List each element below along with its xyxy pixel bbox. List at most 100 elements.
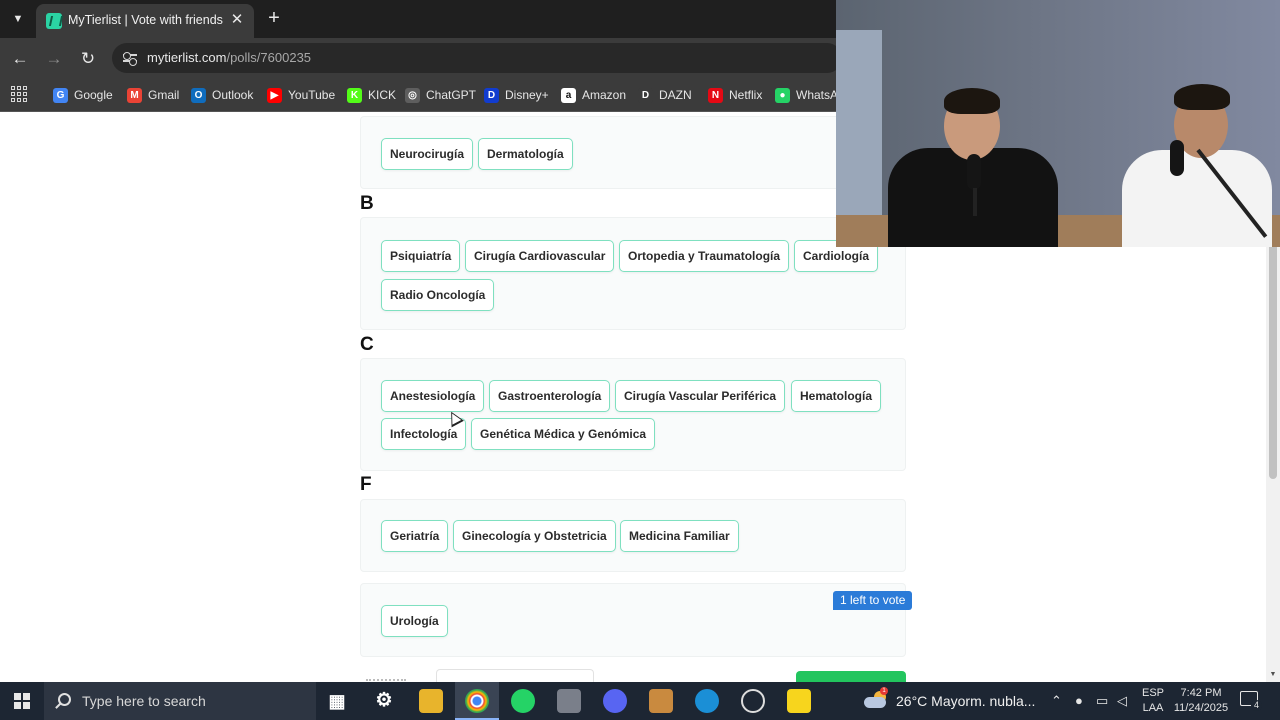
battery-icon[interactable]: ▭ bbox=[1096, 693, 1108, 709]
bookmark-amazon[interactable]: a Amazon bbox=[561, 86, 626, 104]
netflix-icon: N bbox=[708, 87, 723, 103]
tier-item[interactable]: Urología bbox=[381, 605, 448, 637]
sticky-notes-icon[interactable] bbox=[787, 689, 811, 713]
bookmark-chatgpt[interactable]: ◎ ChatGPT bbox=[405, 86, 476, 104]
settings-gear-icon[interactable]: ⚙ bbox=[372, 689, 396, 713]
bottom-input-partial[interactable] bbox=[436, 669, 594, 682]
tier-item[interactable]: Anestesiología bbox=[381, 380, 485, 412]
weather-icon[interactable]: 1 bbox=[864, 687, 888, 709]
bookmark-youtube[interactable]: ▶ YouTube bbox=[267, 86, 335, 104]
edge-icon[interactable] bbox=[695, 689, 719, 713]
language-indicator[interactable]: ESP LAA bbox=[1141, 686, 1165, 716]
google-icon: G bbox=[53, 87, 68, 103]
kick-icon: K bbox=[347, 87, 362, 103]
weather-text[interactable]: 26°C Mayorm. nubla... bbox=[896, 693, 1035, 709]
tray-expand-chevron-icon[interactable]: ⌃ bbox=[1051, 693, 1062, 709]
tier-item[interactable]: Dermatología bbox=[478, 138, 573, 170]
tier-item[interactable]: Radio Oncología bbox=[381, 279, 495, 311]
right-person-hair bbox=[1174, 84, 1230, 110]
bookmark-disney-[interactable]: D Disney+ bbox=[484, 86, 549, 104]
windows-taskbar: Type here to search ▦ ⚙ 1 26°C Mayorm. n… bbox=[0, 682, 1280, 720]
tier-item[interactable]: Cirugía Vascular Periférica bbox=[615, 380, 786, 412]
bookmark-dazn[interactable]: D DAZN bbox=[638, 86, 692, 104]
tier-item[interactable]: Gastroenterología bbox=[489, 380, 611, 412]
new-tab-icon[interactable]: + bbox=[264, 8, 284, 28]
tier-label-b: B bbox=[360, 193, 374, 214]
outlook-icon: O bbox=[191, 87, 206, 103]
scroll-down-icon[interactable]: ▼ bbox=[1269, 671, 1277, 678]
bookmark-gmail[interactable]: M Gmail bbox=[127, 86, 179, 104]
tier-item[interactable]: Neurocirugía bbox=[381, 138, 474, 170]
system-clock[interactable]: 7:42 PM 11/24/2025 bbox=[1170, 686, 1232, 716]
bookmark-outlook[interactable]: O Outlook bbox=[191, 86, 253, 104]
bookmark-label: Gmail bbox=[148, 88, 180, 102]
windows-start-icon[interactable] bbox=[14, 693, 30, 709]
bookmark-whatsap[interactable]: ● WhatsAp bbox=[775, 86, 845, 104]
bookmark-google[interactable]: G Google bbox=[53, 86, 113, 104]
keyboard-layout: LAA bbox=[1142, 702, 1164, 714]
tab-title: MyTierlist | Vote with friends bbox=[68, 13, 223, 27]
tier-item[interactable]: Psiquiatría bbox=[381, 240, 461, 272]
tier-item[interactable]: Genética Médica y Genómica bbox=[471, 418, 656, 450]
close-tab-icon[interactable]: ✕ bbox=[228, 11, 246, 29]
clock-date: 11/24/2025 bbox=[1173, 702, 1229, 714]
app-avatar-icon[interactable] bbox=[649, 689, 673, 713]
whatsapp-icon[interactable] bbox=[511, 689, 535, 713]
tier-item[interactable]: Geriatría bbox=[381, 520, 449, 552]
bookmark-label: DAZN bbox=[659, 88, 692, 102]
left-person-hair bbox=[944, 88, 1000, 114]
tab-search-chevron-icon[interactable]: ▼ bbox=[8, 9, 28, 29]
whatsapp-icon: ● bbox=[775, 87, 790, 103]
youtube-icon: ▶ bbox=[267, 87, 282, 103]
language-code: ESP bbox=[1141, 687, 1164, 699]
tier-a-box: Neurocirugía Dermatología bbox=[360, 116, 906, 189]
right-microphone-icon bbox=[1170, 140, 1184, 176]
search-placeholder: Type here to search bbox=[82, 693, 206, 709]
tier-item[interactable]: Hematología bbox=[791, 380, 882, 412]
chatgpt-icon: ◎ bbox=[405, 87, 420, 103]
bookmark-kick[interactable]: K KICK bbox=[347, 86, 396, 104]
obs-icon[interactable] bbox=[741, 689, 765, 713]
reload-icon[interactable]: ↻ bbox=[77, 48, 99, 70]
bookmark-label: Netflix bbox=[729, 88, 763, 102]
discord-icon[interactable] bbox=[603, 689, 627, 713]
task-view-icon[interactable]: ▦ bbox=[325, 689, 349, 713]
gmail-icon: M bbox=[127, 87, 142, 103]
webcam-overlay bbox=[836, 0, 1280, 247]
tier-item[interactable]: Ortopedia y Traumatología bbox=[619, 240, 790, 272]
left-microphone-icon bbox=[967, 154, 981, 190]
url-text: mytierlist.com/polls/7600235 bbox=[147, 50, 312, 65]
notification-count: 4 bbox=[1251, 700, 1262, 711]
apps-grid-icon[interactable] bbox=[11, 86, 27, 102]
search-icon bbox=[58, 693, 71, 706]
bookmark-label: Outlook bbox=[212, 88, 254, 102]
back-arrow-icon[interactable]: ← bbox=[9, 48, 31, 70]
file-explorer-icon[interactable] bbox=[419, 689, 443, 713]
calculator-icon[interactable] bbox=[557, 689, 581, 713]
dazn-icon: D bbox=[638, 87, 653, 103]
site-settings-icon[interactable] bbox=[122, 50, 138, 66]
tier-b-box: Psiquiatría Cirugía Cardiovascular Ortop… bbox=[360, 217, 906, 330]
tier-item[interactable]: Cirugía Cardiovascular bbox=[465, 240, 615, 272]
tier-item[interactable]: Ginecología y Obstetricia bbox=[453, 520, 616, 552]
tier-label-c: C bbox=[360, 334, 374, 355]
amazon-icon: a bbox=[561, 87, 576, 103]
mytierlist-favicon-icon bbox=[46, 13, 62, 29]
address-bar[interactable]: mytierlist.com/polls/7600235 bbox=[112, 43, 842, 73]
volume-icon[interactable]: ◁ bbox=[1117, 693, 1127, 709]
bookmark-label: Disney+ bbox=[505, 88, 549, 102]
bookmark-label: ChatGPT bbox=[426, 88, 477, 102]
bookmark-label: KICK bbox=[368, 88, 397, 102]
tier-item[interactable]: Medicina Familiar bbox=[620, 520, 739, 552]
bookmark-label: Google bbox=[74, 88, 113, 102]
left-mic-arm bbox=[973, 188, 977, 216]
taskbar-search-box[interactable]: Type here to search bbox=[44, 682, 316, 720]
bookmark-netflix[interactable]: N Netflix bbox=[708, 86, 762, 104]
chrome-icon[interactable] bbox=[465, 689, 489, 713]
submit-button-partial[interactable] bbox=[796, 671, 906, 682]
browser-tab[interactable]: MyTierlist | Vote with friends ✕ bbox=[36, 4, 254, 38]
forward-arrow-icon[interactable]: → bbox=[43, 48, 65, 70]
unranked-items-box: Urología bbox=[360, 583, 906, 657]
microphone-icon[interactable]: ● bbox=[1075, 693, 1083, 708]
bookmark-label: Amazon bbox=[582, 88, 627, 102]
